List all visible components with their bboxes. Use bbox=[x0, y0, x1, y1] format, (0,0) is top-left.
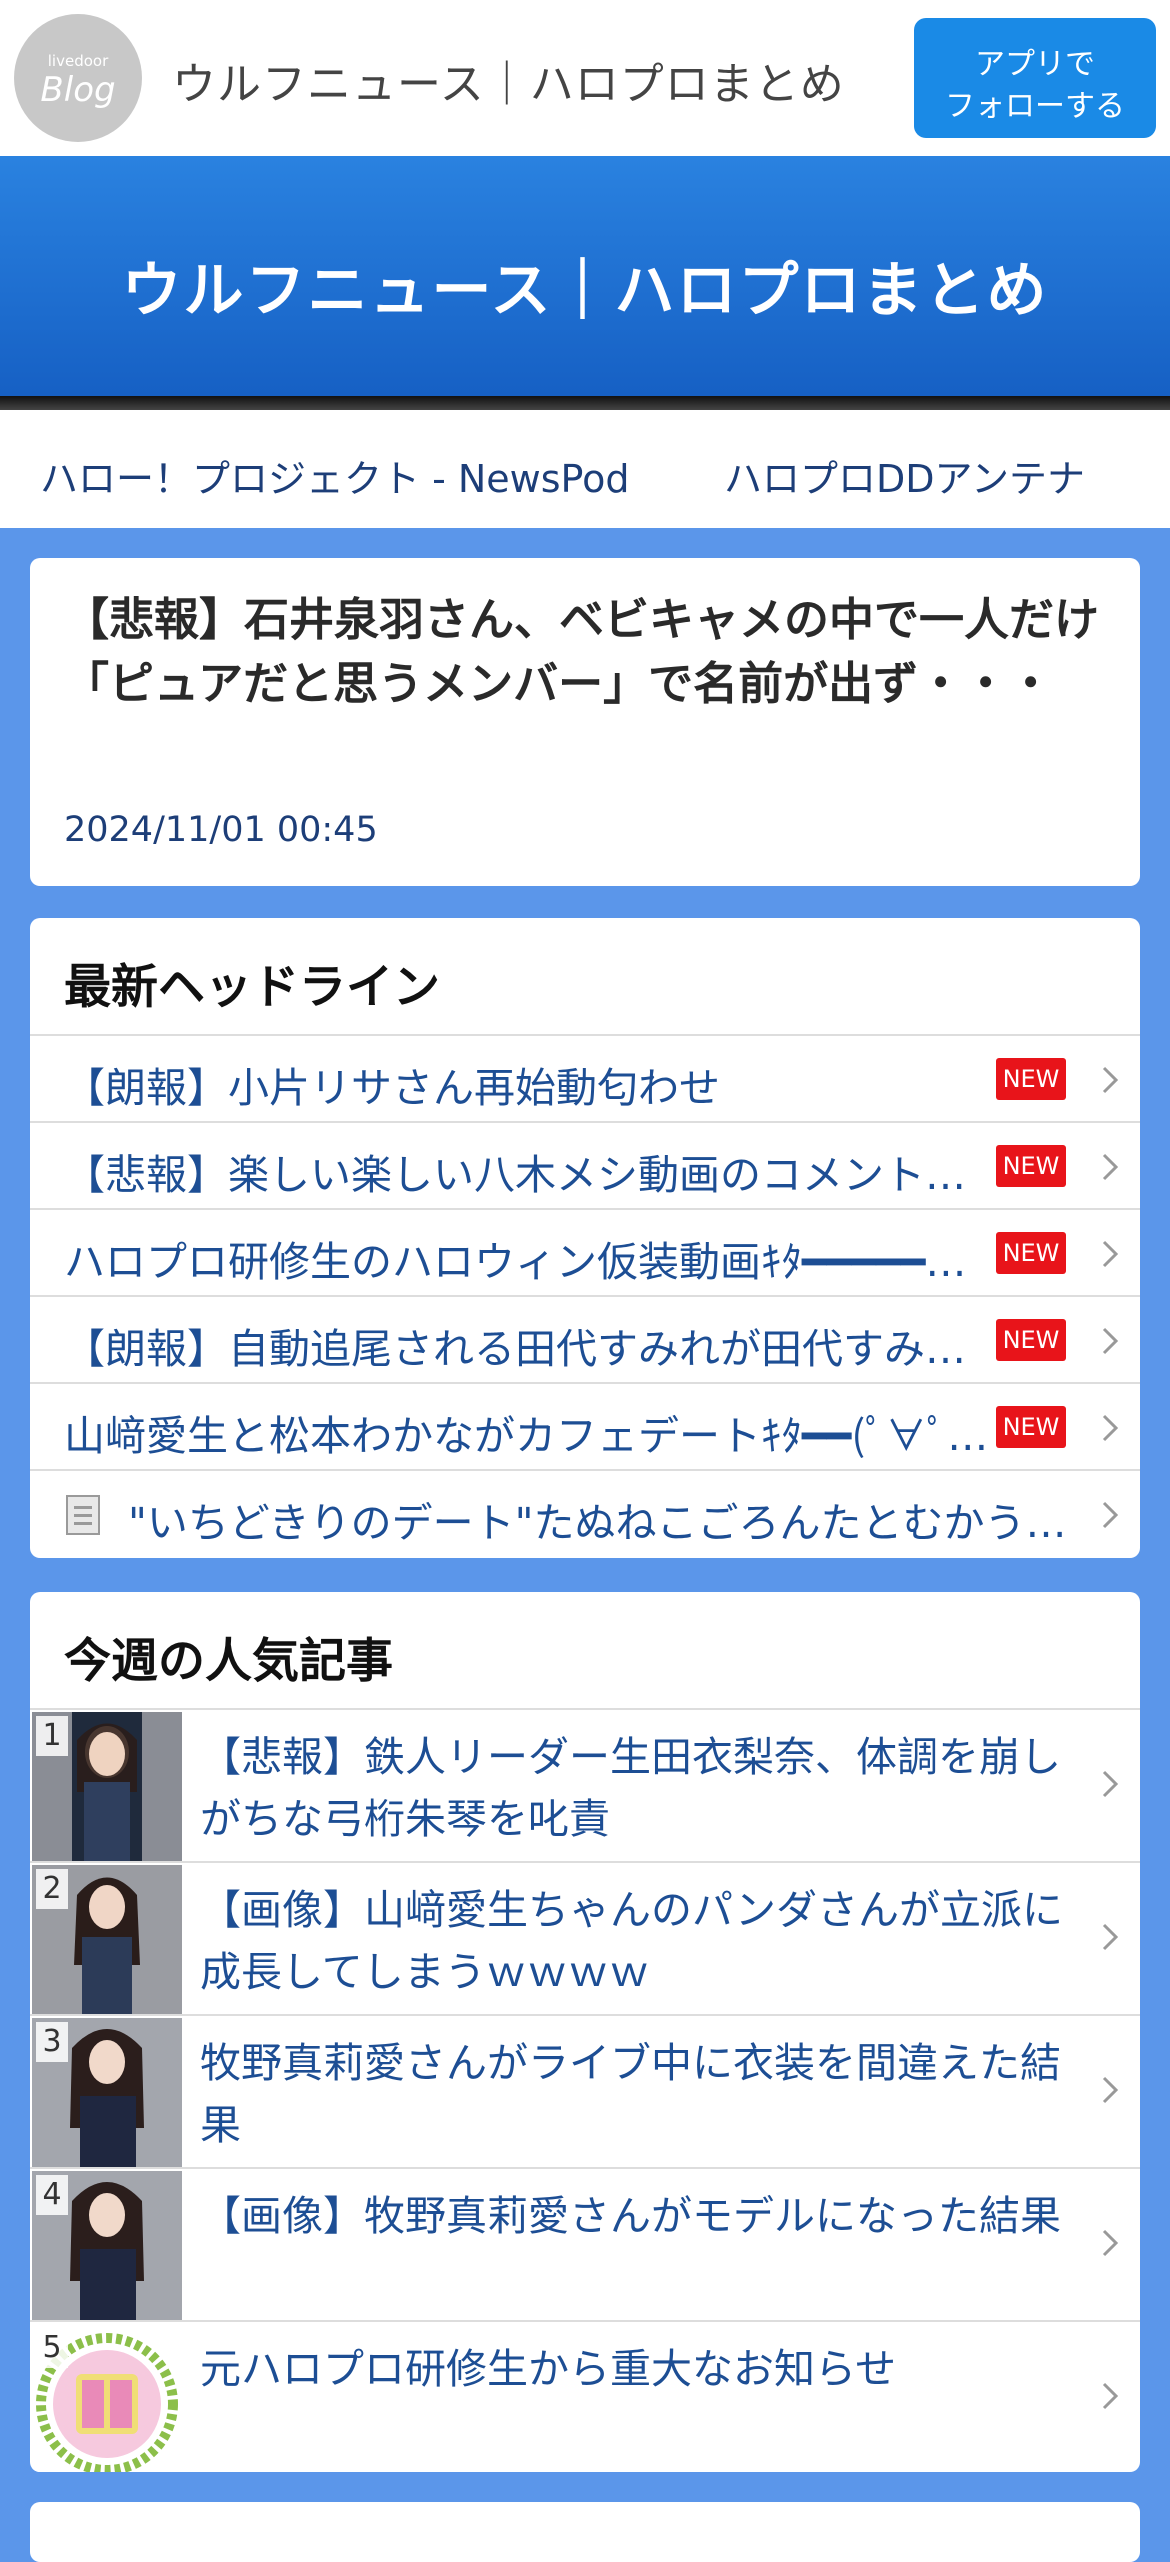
chevron-right-icon bbox=[1102, 1414, 1119, 1442]
popular-item[interactable]: 3 牧野真莉愛さんがライブ中に衣装を間違えた結果 bbox=[30, 2016, 1140, 2169]
headline-text: "いちどきりのデート"たぬねこごろんたとむかうパーク bbox=[128, 1499, 1078, 1547]
article-thumbnail: 4 bbox=[32, 2171, 182, 2320]
chevron-right-icon bbox=[1102, 1327, 1119, 1355]
follow-in-app-button[interactable]: アプリで フォローする bbox=[914, 18, 1156, 138]
popular-title: 元ハロプロ研修生から重大なお知らせ bbox=[200, 2345, 897, 2393]
headlines-heading: 最新ヘッドライン bbox=[30, 918, 1140, 1036]
chevron-right-icon bbox=[1102, 1770, 1119, 1798]
new-badge: NEW bbox=[996, 1145, 1066, 1187]
top-bar: livedoor Blog ウルフニュース｜ハロプロまとめ アプリで フォローす… bbox=[0, 0, 1170, 156]
rank-number: 5 bbox=[36, 2328, 68, 2368]
rank-number: 4 bbox=[36, 2175, 68, 2215]
rank-number: 3 bbox=[36, 2022, 68, 2062]
chevron-right-icon bbox=[1102, 1923, 1119, 1951]
chevron-right-icon bbox=[1102, 2229, 1119, 2257]
banner-title: ウルフニュース｜ハロプロまとめ bbox=[121, 256, 1049, 326]
popular-heading: 今週の人気記事 bbox=[30, 1592, 1140, 1710]
headline-item[interactable]: 【朗報】小片リサさん再始動匂わせ NEW bbox=[30, 1036, 1140, 1123]
article-date: 2024/11/01 00:45 bbox=[64, 810, 378, 850]
rank-number: 1 bbox=[36, 1716, 68, 1756]
headline-item[interactable]: 【朗報】自動追尾される田代すみれが田代すみれすぎる NEW bbox=[30, 1297, 1140, 1384]
popular-title: 【悲報】鉄人リーダー生田衣梨奈、体調を崩しがちな弓桁朱琴を叱責 bbox=[200, 1733, 1061, 1843]
chevron-right-icon bbox=[1102, 1501, 1119, 1529]
nav-link-dd-antenna[interactable]: ハロプロDDアンテナ bbox=[724, 448, 1085, 503]
nav-link-newspod[interactable]: ハロー！プロジェクト - NewsPod bbox=[40, 448, 629, 503]
popular-title: 【画像】山﨑愛生ちゃんのパンダさんが立派に成長してしまうｗｗｗｗ bbox=[200, 1886, 1064, 1996]
article-thumbnail: 3 bbox=[32, 2018, 182, 2167]
headline-item[interactable]: ハロプロ研修生のハロウィン仮装動画ｷﾀ━━━━━(ﾟ∀ﾟ)━━━━━!! NEW bbox=[30, 1210, 1140, 1297]
chevron-right-icon bbox=[1102, 1240, 1119, 1268]
new-badge: NEW bbox=[996, 1319, 1066, 1361]
headline-text: 【朗報】小片リサさん再始動匂わせ bbox=[64, 1064, 720, 1112]
headline-text: 山﨑愛生と松本わかながカフェデートｷﾀ━━(ﾟ∀ﾟ)━━!! bbox=[64, 1412, 990, 1460]
logo-small-text: livedoor bbox=[47, 52, 109, 70]
rank-number: 2 bbox=[36, 1869, 68, 1909]
site-banner[interactable]: ウルフニュース｜ハロプロまとめ bbox=[0, 156, 1170, 396]
popular-title: 牧野真莉愛さんがライブ中に衣装を間違えた結果 bbox=[200, 2039, 1061, 2149]
article-title[interactable]: 【悲報】石井泉羽さん、ベビキャメの中で一人だけ「ピュアだと思うメンバー」で名前が… bbox=[64, 588, 1106, 716]
logo-big-text: Blog bbox=[40, 70, 116, 110]
chevron-right-icon bbox=[1102, 1066, 1119, 1094]
weekly-popular-card: 今週の人気記事 1 【悲報】鉄人リーダー生田衣梨奈、体調を崩しがちな弓桁朱琴を叱… bbox=[30, 1592, 1140, 2472]
new-badge: NEW bbox=[996, 1406, 1066, 1448]
chevron-right-icon bbox=[1102, 2382, 1119, 2410]
banner-divider bbox=[0, 396, 1170, 410]
headline-text: 【悲報】楽しい楽しい八木メシ動画のコメント欄が荒れる bbox=[64, 1151, 990, 1199]
livedoor-blog-logo[interactable]: livedoor Blog bbox=[14, 14, 142, 142]
latest-headlines-card: 最新ヘッドライン 【朗報】小片リサさん再始動匂わせ NEW 【悲報】楽しい楽しい… bbox=[30, 918, 1140, 1558]
chevron-right-icon bbox=[1102, 1153, 1119, 1181]
popular-item[interactable]: 5 元ハロプロ研修生から重大なお知らせ bbox=[30, 2322, 1140, 2472]
headline-text: ハロプロ研修生のハロウィン仮装動画ｷﾀ━━━━━(ﾟ∀ﾟ)━━━━━!! bbox=[64, 1238, 990, 1286]
popular-title: 【画像】牧野真莉愛さんがモデルになった結果 bbox=[200, 2192, 1061, 2240]
chevron-right-icon bbox=[1102, 2076, 1119, 2104]
article-thumbnail: 5 bbox=[32, 2324, 182, 2472]
popular-item[interactable]: 1 【悲報】鉄人リーダー生田衣梨奈、体調を崩しがちな弓桁朱琴を叱責 bbox=[30, 1710, 1140, 1863]
new-badge: NEW bbox=[996, 1232, 1066, 1274]
popular-item[interactable]: 2 【画像】山﨑愛生ちゃんのパンダさんが立派に成長してしまうｗｗｗｗ bbox=[30, 1863, 1140, 2016]
article-thumbnail: 1 bbox=[32, 1712, 182, 1861]
headline-text: 【朗報】自動追尾される田代すみれが田代すみれすぎる bbox=[64, 1325, 990, 1373]
site-name[interactable]: ウルフニュース｜ハロプロまとめ bbox=[172, 48, 845, 112]
article-thumbnail: 2 bbox=[32, 1865, 182, 2014]
popular-item[interactable]: 4 【画像】牧野真莉愛さんがモデルになった結果 bbox=[30, 2169, 1140, 2322]
headline-item[interactable]: "いちどきりのデート"たぬねこごろんたとむかうパーク bbox=[30, 1471, 1140, 1558]
headline-item[interactable]: 【悲報】楽しい楽しい八木メシ動画のコメント欄が荒れる NEW bbox=[30, 1123, 1140, 1210]
antenna-links: ハロー！プロジェクト - NewsPod ハロプロDDアンテナ bbox=[0, 410, 1170, 528]
headline-item[interactable]: 山﨑愛生と松本わかながカフェデートｷﾀ━━(ﾟ∀ﾟ)━━!! NEW bbox=[30, 1384, 1140, 1471]
next-card-peek bbox=[30, 2502, 1140, 2562]
document-icon bbox=[66, 1495, 100, 1535]
article-header-card: 【悲報】石井泉羽さん、ベビキャメの中で一人だけ「ピュアだと思うメンバー」で名前が… bbox=[30, 558, 1140, 886]
new-badge: NEW bbox=[996, 1058, 1066, 1100]
